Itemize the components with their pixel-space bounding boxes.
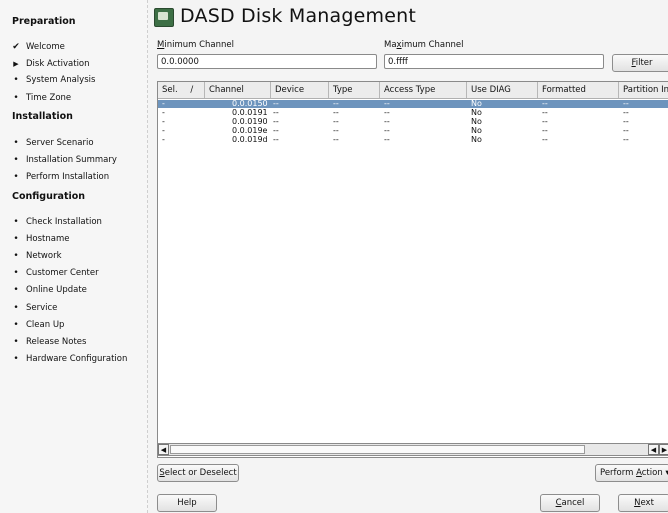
bullet-icon: • — [13, 320, 19, 330]
bullet-icon: • — [13, 251, 19, 261]
bullet-icon: • — [13, 285, 19, 295]
bullet-icon: • — [13, 268, 19, 278]
arrow-right-icon: ▶ — [13, 60, 19, 68]
column-sel[interactable]: Sel. / — [158, 82, 205, 98]
bullet-icon: • — [13, 138, 19, 148]
step-system-analysis: • System Analysis — [13, 73, 95, 87]
horizontal-scrollbar[interactable]: ◀ ◀ ▶ — [157, 443, 668, 456]
step-customer-center: • Customer Center — [13, 266, 98, 280]
step-welcome: ✔ Welcome — [12, 42, 65, 52]
scrollbar-thumb[interactable] — [170, 445, 585, 454]
max-channel-label: Maximum Channel — [384, 40, 464, 50]
step-perform-installation: • Perform Installation — [13, 170, 109, 184]
step-release-notes: • Release Notes — [13, 335, 86, 349]
scroll-right-icon[interactable]: ▶ — [659, 444, 668, 455]
bullet-icon: • — [13, 337, 19, 347]
section-installation: Installation — [12, 111, 73, 122]
bullet-icon: • — [13, 217, 19, 227]
section-preparation: Preparation — [12, 16, 76, 27]
wizard-sidebar: Preparation ✔ Welcome ▶ Disk Activation … — [0, 0, 148, 513]
bullet-icon: • — [13, 155, 19, 165]
dasd-table[interactable]: Sel. / Channel Device Type Access Type U… — [157, 81, 668, 458]
column-type[interactable]: Type — [329, 82, 380, 98]
perform-action-button[interactable]: Perform Action ▾ — [595, 464, 668, 482]
max-channel-input[interactable]: 0.ffff — [384, 54, 604, 69]
help-button[interactable]: Help — [157, 494, 217, 512]
step-clean-up: • Clean Up — [13, 318, 64, 332]
bullet-icon: • — [13, 93, 19, 103]
bullet-icon: • — [13, 354, 19, 364]
step-hardware-configuration: • Hardware Configuration — [13, 352, 127, 366]
step-check-installation: • Check Installation — [13, 215, 102, 229]
step-installation-summary: • Installation Summary — [13, 153, 117, 167]
main-panel: DASD Disk Management Minimum Channel 0.0… — [148, 0, 668, 513]
section-configuration: Configuration — [12, 191, 86, 202]
disk-management-icon — [154, 8, 174, 27]
cancel-button[interactable]: Cancel — [540, 494, 600, 512]
checkmark-icon: ✔ — [12, 42, 20, 52]
table-row[interactable]: - 0.0.0190 -- -- -- No -- -- — [158, 118, 668, 126]
min-channel-label: Minimum Channel — [157, 40, 234, 50]
table-row[interactable]: - 0.0.019e -- -- -- No -- -- — [158, 127, 668, 135]
min-channel-input[interactable]: 0.0.0000 — [157, 54, 377, 69]
bullet-icon: • — [13, 303, 19, 313]
next-button[interactable]: Next — [618, 494, 668, 512]
table-header: Sel. / Channel Device Type Access Type U… — [158, 82, 668, 99]
scroll-left-icon[interactable]: ◀ — [158, 444, 169, 455]
column-channel[interactable]: Channel — [205, 82, 271, 98]
filter-button[interactable]: Filter — [612, 54, 668, 72]
column-formatted[interactable]: Formatted — [538, 82, 619, 98]
step-time-zone: • Time Zone — [13, 91, 71, 105]
column-use-diag[interactable]: Use DIAG — [467, 82, 538, 98]
column-access-type[interactable]: Access Type — [380, 82, 467, 98]
step-disk-activation: ▶ Disk Activation — [13, 57, 89, 71]
bullet-icon: • — [13, 75, 19, 85]
scroll-left-icon[interactable]: ◀ — [648, 444, 659, 455]
table-row[interactable]: - 0.0.019d -- -- -- No -- -- — [158, 136, 668, 144]
bullet-icon: • — [13, 234, 19, 244]
page-title: DASD Disk Management — [180, 5, 417, 27]
table-row[interactable]: - 0.0.0150 -- -- -- No -- -- — [158, 100, 668, 108]
step-hostname: • Hostname — [13, 232, 69, 246]
sort-indicator-icon: / — [190, 85, 194, 95]
column-partition-info[interactable]: Partition Info — [619, 82, 668, 98]
bullet-icon: • — [13, 172, 19, 182]
step-service: • Service — [13, 301, 57, 315]
step-network: • Network — [13, 249, 61, 263]
column-device[interactable]: Device — [271, 82, 329, 98]
table-row[interactable]: - 0.0.0191 -- -- -- No -- -- — [158, 109, 668, 117]
select-or-deselect-button[interactable]: Select or Deselect — [157, 464, 239, 482]
step-online-update: • Online Update — [13, 283, 87, 297]
step-server-scenario: • Server Scenario — [13, 136, 93, 150]
